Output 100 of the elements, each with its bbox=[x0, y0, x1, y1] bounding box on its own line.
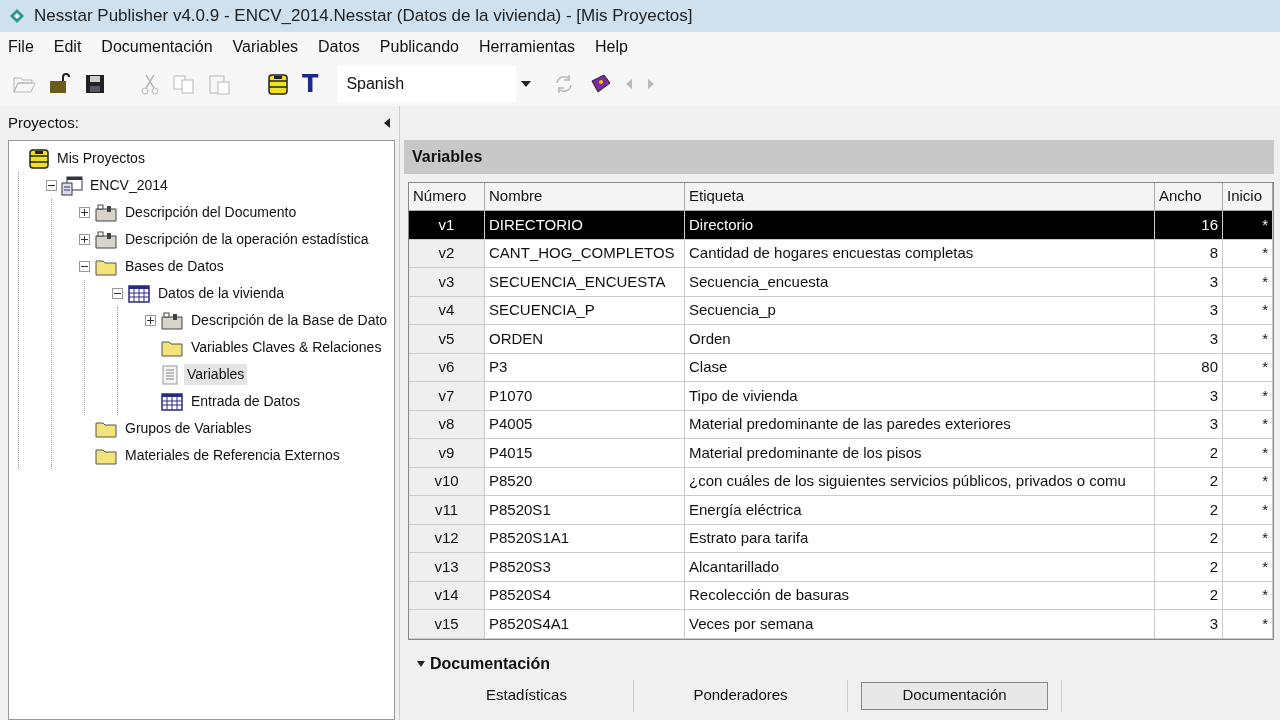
table-cell: 2 bbox=[1155, 467, 1223, 496]
copy-icon bbox=[172, 73, 196, 95]
tree-item[interactable]: Materiales de Referencia Externos bbox=[122, 445, 343, 466]
tab[interactable]: Ponderadores bbox=[653, 681, 828, 710]
table-cell: * bbox=[1223, 239, 1273, 268]
table-row[interactable]: v1 DIRECTORIO Directorio 16 * bbox=[409, 211, 1273, 240]
menu-item[interactable]: Variables bbox=[232, 35, 299, 59]
table-cell: * bbox=[1223, 382, 1273, 411]
table-row[interactable]: v11 P8520S1 Energía eléctrica 2 * bbox=[409, 496, 1273, 525]
tree-item[interactable]: Bases de Datos bbox=[122, 256, 227, 277]
table-cell: Material predominante de las paredes exteriores bbox=[685, 410, 1155, 439]
toolbar-button[interactable] bbox=[48, 73, 72, 95]
table-cell: Veces por semana bbox=[685, 610, 1155, 639]
table-cell: Alcantarillado bbox=[685, 553, 1155, 582]
collapse-toggle-icon[interactable] bbox=[79, 261, 90, 272]
text-button[interactable]: T bbox=[302, 66, 319, 102]
tree-item[interactable]: ENCV_2014 bbox=[87, 175, 171, 196]
folder-lock-icon bbox=[48, 73, 72, 95]
tab[interactable]: Estadísticas bbox=[446, 681, 607, 710]
scissors-icon bbox=[140, 73, 160, 95]
tree-item[interactable]: Descripción de la operación estadística bbox=[122, 229, 372, 250]
list-icon bbox=[160, 364, 180, 385]
table-cell: 80 bbox=[1155, 353, 1223, 382]
table-cell: * bbox=[1223, 268, 1273, 297]
table-cell: ¿con cuáles de los siguientes servicios públicos, privados o comu bbox=[685, 467, 1155, 496]
tab[interactable]: Documentación bbox=[861, 681, 1048, 710]
menu-item[interactable]: Herramientas bbox=[479, 35, 576, 59]
table-cell: P8520S4 bbox=[485, 581, 685, 610]
table-row[interactable]: v6 P3 Clase 80 * bbox=[409, 353, 1273, 382]
table-cell: Energía eléctrica bbox=[685, 496, 1155, 525]
table-row[interactable]: v8 P4005 Material predominante de las paredes exteriores 3 * bbox=[409, 410, 1273, 439]
table-row[interactable]: v12 P8520S1A1 Estrato para tarifa 2 * bbox=[409, 524, 1273, 553]
table-row[interactable]: v9 P4015 Material predominante de los pisos 2 * bbox=[409, 439, 1273, 468]
row-header: v14 bbox=[409, 581, 485, 610]
table-row[interactable]: v3 SECUENCIA_ENCUESTA Secuencia_encuesta 3 * bbox=[409, 268, 1273, 297]
table-icon bbox=[127, 283, 151, 304]
table-cell: 8 bbox=[1155, 239, 1223, 268]
language-dropdown[interactable]: Spanish bbox=[338, 66, 517, 102]
table-cell: Clase bbox=[685, 353, 1155, 382]
folder-icon bbox=[94, 229, 118, 250]
dropdown-caret-icon bbox=[520, 80, 533, 88]
table-cell: P3 bbox=[485, 353, 685, 382]
table-cell: Material predominante de los pisos bbox=[685, 439, 1155, 468]
table-cell: P8520S3 bbox=[485, 553, 685, 582]
tree-item[interactable]: Datos de la vivienda bbox=[155, 283, 288, 304]
tree-item[interactable]: Descripción de la Base de Dato bbox=[188, 310, 391, 331]
expand-toggle-icon[interactable] bbox=[79, 234, 90, 245]
menu-item[interactable]: File bbox=[8, 35, 34, 59]
table-cell: 2 bbox=[1155, 524, 1223, 553]
menu-item[interactable]: Edit bbox=[53, 35, 82, 59]
table-row[interactable]: v4 SECUENCIA_P Secuencia_p 3 * bbox=[409, 296, 1273, 325]
table-cell: P8520S1A1 bbox=[485, 524, 685, 553]
app-logo-icon bbox=[8, 7, 26, 25]
table-cell: Cantidad de hogares encuestas completas bbox=[685, 239, 1155, 268]
table-cell: * bbox=[1223, 524, 1273, 553]
table-row[interactable]: v10 P8520 ¿con cuáles de los siguientes servicios públicos, privados o comu 2 * bbox=[409, 467, 1273, 496]
table-cell: P8520S4A1 bbox=[485, 610, 685, 639]
toolbar-button[interactable] bbox=[84, 73, 106, 95]
expand-toggle-icon[interactable] bbox=[145, 315, 156, 326]
table-cell: * bbox=[1223, 610, 1273, 639]
table-cell: 2 bbox=[1155, 581, 1223, 610]
document-window-icon bbox=[61, 175, 83, 196]
tree-item[interactable]: Descripción del Documento bbox=[122, 202, 300, 223]
table-row[interactable]: v5 ORDEN Orden 3 * bbox=[409, 325, 1273, 354]
table-cell: P4015 bbox=[485, 439, 685, 468]
table-cell: P1070 bbox=[485, 382, 685, 411]
menu-item[interactable]: Help bbox=[595, 35, 628, 59]
tree-item[interactable]: Mis Proyectos bbox=[54, 148, 148, 169]
expand-caret-icon[interactable] bbox=[416, 659, 426, 668]
table-row[interactable]: v2 CANT_HOG_COMPLETOS Cantidad de hogares encuestas completas 8 * bbox=[409, 239, 1273, 268]
table-cell: Estrato para tarifa bbox=[685, 524, 1155, 553]
collapse-toggle-icon[interactable] bbox=[112, 288, 123, 299]
table-cell: 3 bbox=[1155, 268, 1223, 297]
menu-item[interactable]: Datos bbox=[318, 35, 360, 59]
toolbar-button[interactable] bbox=[266, 73, 290, 95]
panel-title: Variables bbox=[412, 147, 483, 167]
database-icon bbox=[266, 73, 290, 95]
table-cell: 16 bbox=[1155, 211, 1223, 240]
row-header: v8 bbox=[409, 410, 485, 439]
table-row[interactable]: v15 P8520S4A1 Veces por semana 3 * bbox=[409, 610, 1273, 639]
tree-item[interactable]: Grupos de Variables bbox=[122, 418, 255, 439]
table-row[interactable]: v14 P8520S4 Recolección de basuras 2 * bbox=[409, 581, 1273, 610]
table-cell: Directorio bbox=[685, 211, 1155, 240]
collapse-toggle-icon[interactable] bbox=[46, 180, 57, 191]
tree-item[interactable]: Variables Claves & Relaciones bbox=[188, 337, 385, 358]
table-cell: Secuencia_p bbox=[685, 296, 1155, 325]
table-row[interactable]: v13 P8520S3 Alcantarillado 2 * bbox=[409, 553, 1273, 582]
tree-item[interactable]: Entrada de Datos bbox=[188, 391, 303, 412]
expand-toggle-icon[interactable] bbox=[79, 207, 90, 218]
table-cell: P8520S1 bbox=[485, 496, 685, 525]
table-cell: P4005 bbox=[485, 410, 685, 439]
tree-item[interactable]: Variables bbox=[184, 364, 248, 385]
database-icon bbox=[28, 147, 50, 170]
collapse-arrow-icon[interactable] bbox=[383, 118, 391, 128]
menu-item[interactable]: Documentación bbox=[101, 35, 213, 59]
table-cell: * bbox=[1223, 325, 1273, 354]
menu-item[interactable]: Publicando bbox=[379, 35, 459, 59]
table-cell: 3 bbox=[1155, 610, 1223, 639]
table-row[interactable]: v7 P1070 Tipo de vivienda 3 * bbox=[409, 382, 1273, 411]
row-header: v6 bbox=[409, 353, 485, 382]
